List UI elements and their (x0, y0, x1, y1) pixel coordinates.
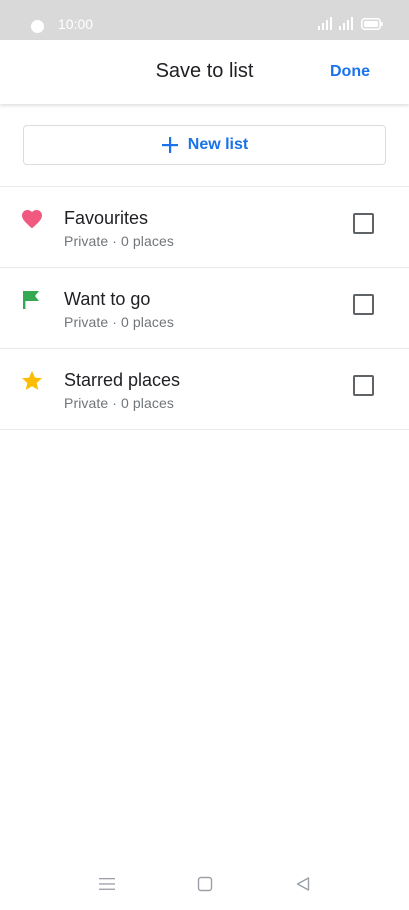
done-button[interactable]: Done (330, 63, 370, 81)
list-item-starred-places[interactable]: Starred places Private · 0 places (0, 349, 409, 429)
favourites-checkbox[interactable] (353, 213, 374, 234)
screen: 10:00 Save to list Done New list Favouri… (0, 0, 409, 910)
list-item-want-to-go[interactable]: Want to go Private · 0 places (0, 268, 409, 348)
sheet-header: Save to list Done (0, 40, 409, 104)
heart-icon (22, 210, 42, 229)
signal-icon (318, 17, 332, 30)
menu-icon[interactable] (99, 876, 115, 892)
want-to-go-checkbox[interactable] (353, 294, 374, 315)
list-meta: Private · 0 places (64, 233, 174, 249)
list-meta: Private · 0 places (64, 395, 174, 411)
list-item-favourites[interactable]: Favourites Private · 0 places (0, 187, 409, 267)
back-icon[interactable] (295, 876, 311, 892)
list-name: Favourites (64, 208, 149, 228)
new-list-button[interactable]: New list (23, 125, 386, 165)
save-to-list-sheet: Save to list Done New list Favourites Pr… (0, 40, 409, 910)
battery-icon (361, 18, 383, 30)
divider (0, 429, 409, 430)
home-icon[interactable] (197, 876, 213, 892)
camera-cutout-icon (31, 20, 44, 33)
new-list-label: New list (187, 136, 249, 153)
signal-icon-2 (339, 17, 353, 30)
starred-places-checkbox[interactable] (353, 375, 374, 396)
star-icon (22, 371, 42, 390)
flag-icon (23, 291, 39, 309)
list-name: Want to go (64, 289, 151, 309)
status-time: 10:00 (58, 16, 94, 32)
plus-icon (161, 137, 178, 153)
list-meta: Private · 0 places (64, 314, 174, 330)
system-nav-bar (0, 866, 409, 906)
list-name: Starred places (64, 370, 181, 390)
